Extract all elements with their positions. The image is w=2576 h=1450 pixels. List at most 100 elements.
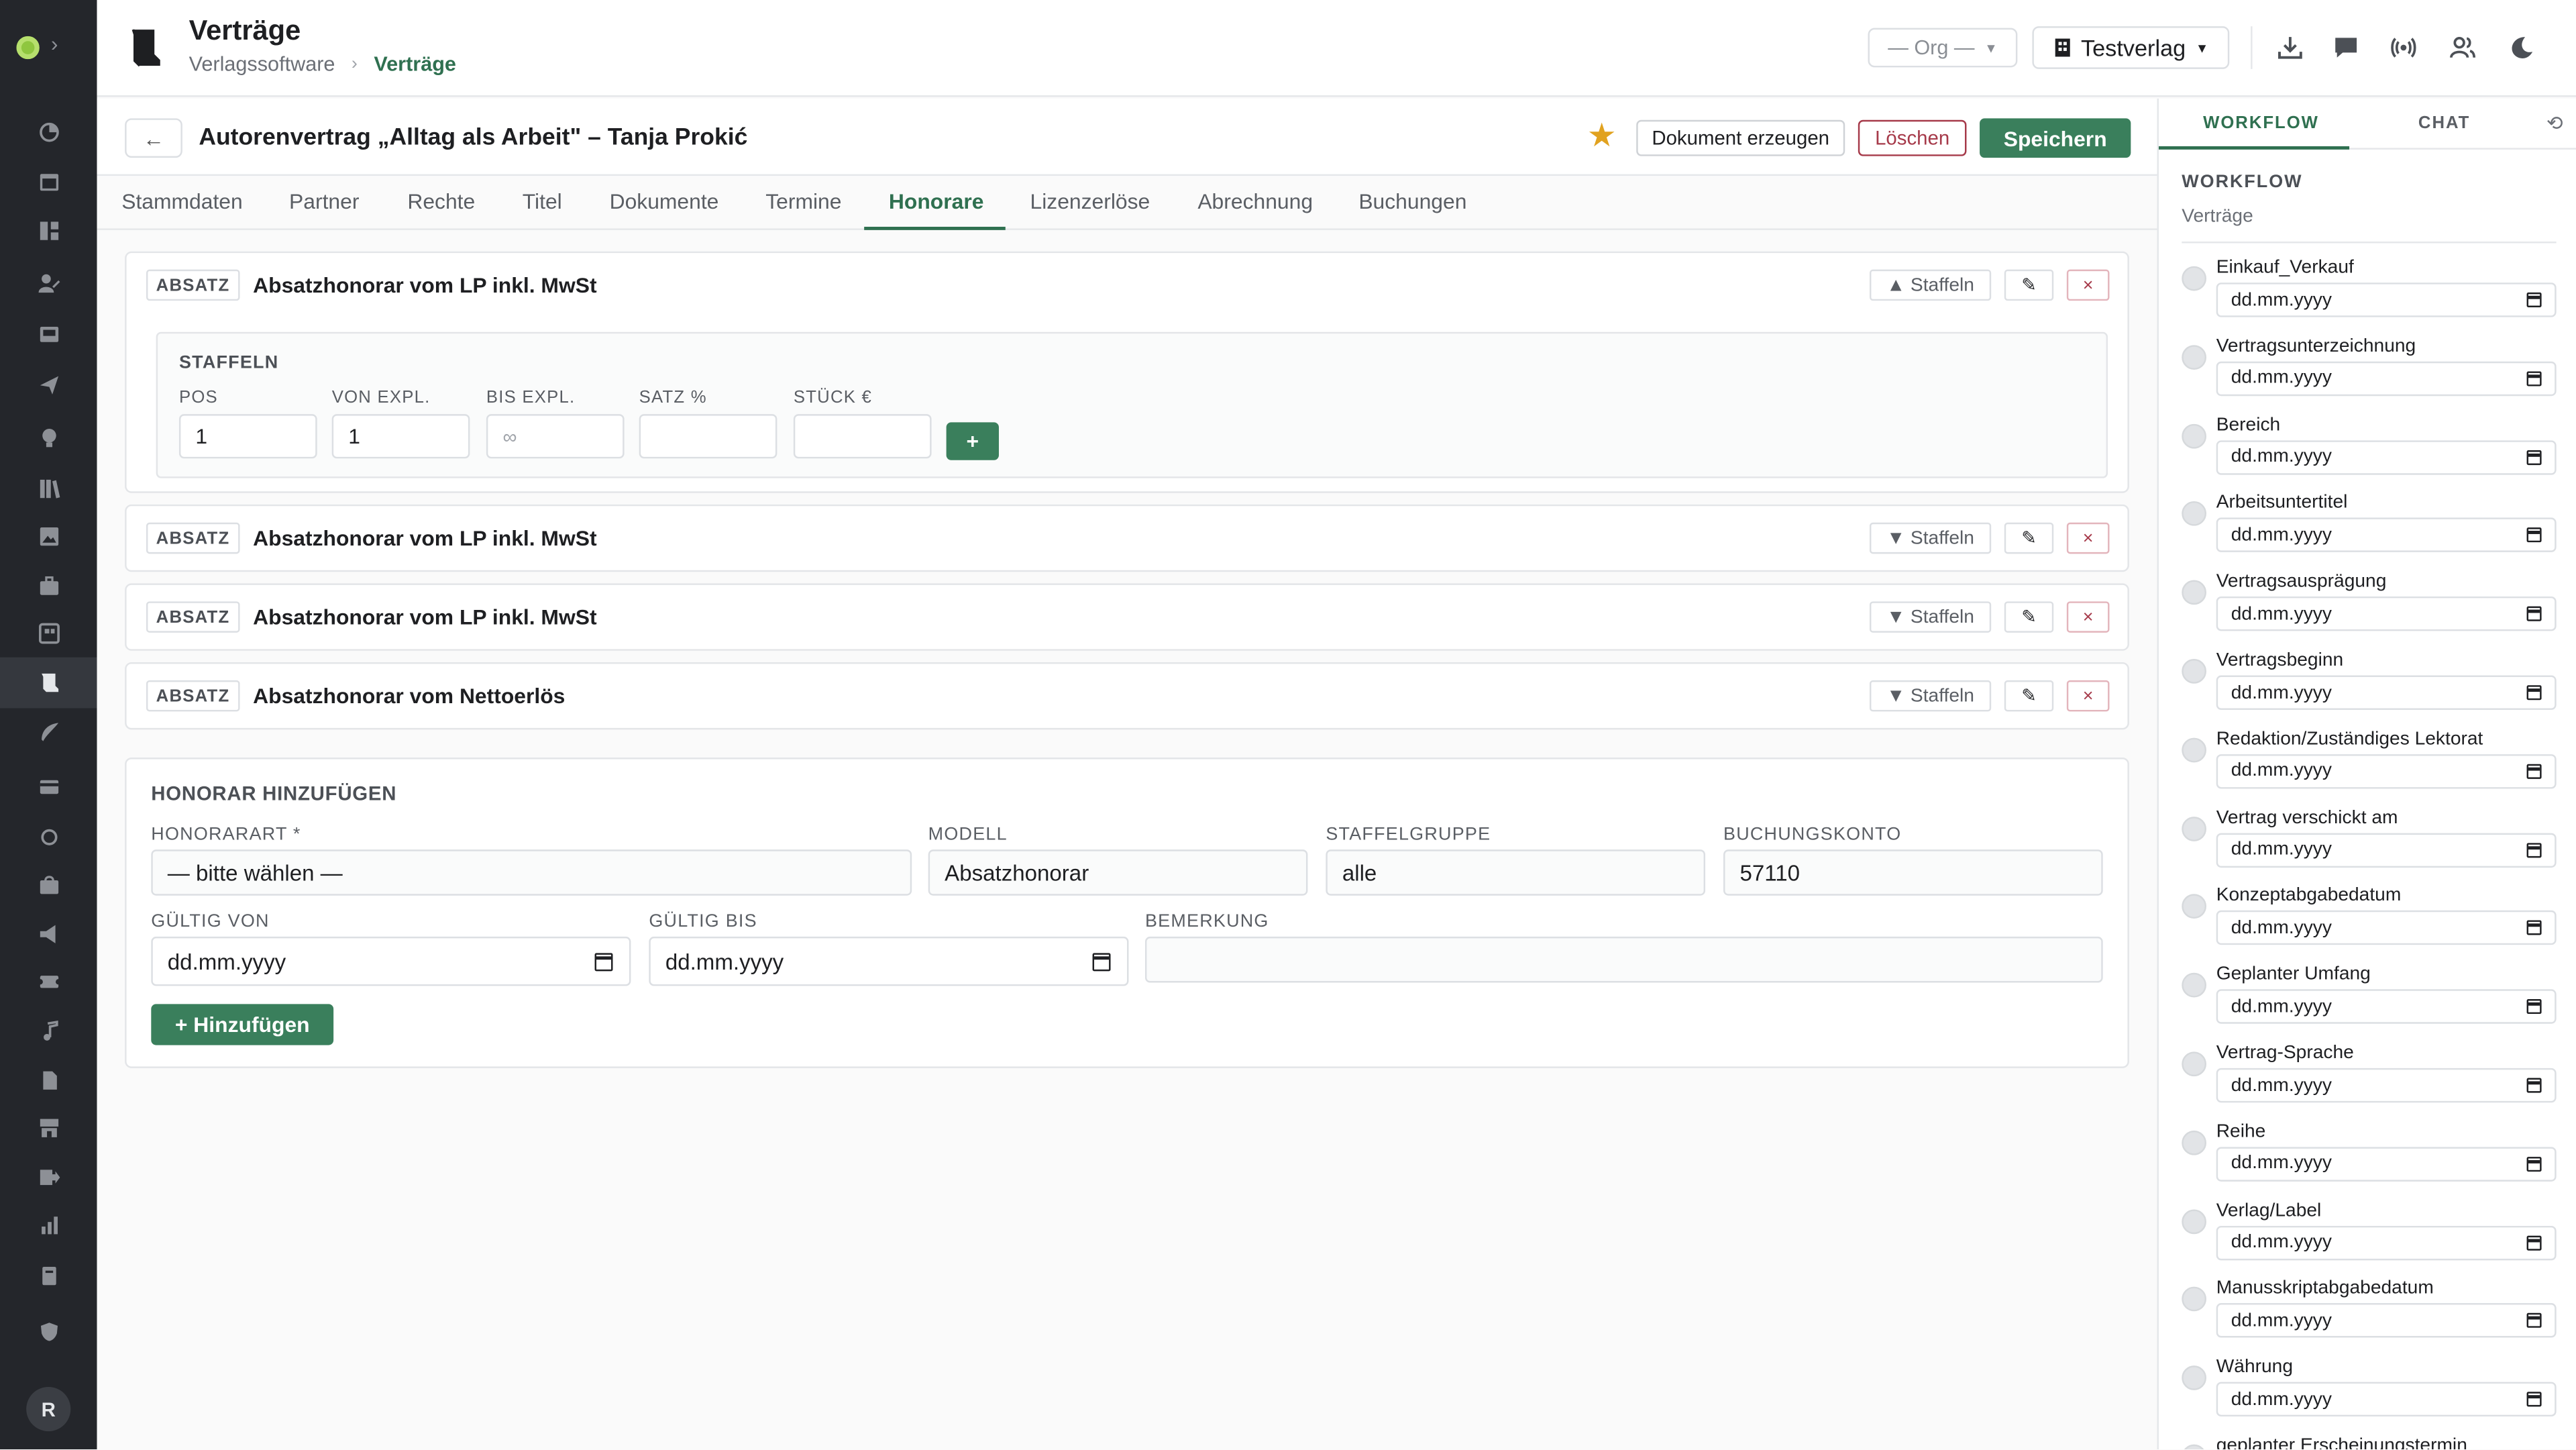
calendar-icon[interactable] bbox=[2526, 842, 2542, 858]
user-avatar[interactable]: R bbox=[26, 1386, 71, 1432]
megaphone-icon[interactable] bbox=[0, 909, 97, 960]
org-select[interactable]: — Org — ▼ bbox=[1868, 28, 2018, 68]
staffel-pos-input[interactable]: 1 bbox=[178, 414, 317, 459]
chart-icon[interactable] bbox=[0, 1200, 97, 1251]
calendar-icon[interactable] bbox=[2526, 528, 2542, 543]
calendar-icon[interactable] bbox=[2526, 292, 2542, 307]
music-icon[interactable] bbox=[0, 1006, 97, 1057]
breadcrumb-item[interactable]: Verlagssoftware bbox=[189, 52, 335, 75]
step-status-icon[interactable] bbox=[2182, 344, 2207, 370]
workflow-step-date-input[interactable]: dd.mm.yyyy bbox=[2216, 1382, 2557, 1417]
favorite-star-icon[interactable]: ★ bbox=[1587, 120, 1617, 153]
step-status-icon[interactable] bbox=[2182, 266, 2207, 291]
users-button[interactable] bbox=[2445, 30, 2481, 66]
shop-icon[interactable] bbox=[0, 1102, 97, 1153]
breadcrumb-current[interactable]: Verträge bbox=[374, 52, 456, 75]
dashboard-icon[interactable] bbox=[0, 107, 97, 158]
back-button[interactable]: ← bbox=[125, 118, 182, 158]
step-status-icon[interactable] bbox=[2182, 737, 2207, 762]
tab-abrechnung[interactable]: Abrechnung bbox=[1197, 189, 1313, 214]
step-status-icon[interactable] bbox=[2182, 1208, 2207, 1234]
toggle-staffeln-button[interactable]: ▲ Staffeln bbox=[1869, 269, 1992, 301]
step-status-icon[interactable] bbox=[2182, 423, 2207, 448]
tab-stammdaten[interactable]: Stammdaten bbox=[121, 189, 242, 214]
tab-buchungen[interactable]: Buchungen bbox=[1358, 189, 1466, 214]
workflow-step-date-input[interactable]: dd.mm.yyyy bbox=[2216, 989, 2557, 1025]
step-status-icon[interactable] bbox=[2182, 1444, 2207, 1450]
delete-honorar-button[interactable]: × bbox=[2066, 522, 2110, 554]
calendar-icon[interactable] bbox=[0, 156, 97, 207]
shield-icon[interactable] bbox=[0, 1306, 97, 1357]
send-icon[interactable] bbox=[0, 360, 97, 411]
step-status-icon[interactable] bbox=[2182, 501, 2207, 527]
workflow-step-date-input[interactable]: dd.mm.yyyy bbox=[2216, 911, 2557, 946]
staffel-stueck-input[interactable] bbox=[793, 414, 932, 459]
book-icon[interactable] bbox=[0, 1251, 97, 1302]
step-status-icon[interactable] bbox=[2182, 973, 2207, 998]
integrations-button[interactable] bbox=[2385, 30, 2422, 66]
edit-honorar-button[interactable]: ✎ bbox=[2004, 680, 2054, 712]
gueltig-von-input[interactable]: dd.mm.yyyy bbox=[151, 936, 631, 986]
create-document-button[interactable]: Dokument erzeugen bbox=[1636, 119, 1845, 156]
step-status-icon[interactable] bbox=[2182, 1365, 2207, 1391]
calendar-icon[interactable] bbox=[2526, 1156, 2542, 1172]
staffel-satz-input[interactable] bbox=[639, 414, 777, 459]
tab-honorare[interactable]: Honorare bbox=[889, 189, 984, 214]
edit-honorar-button[interactable]: ✎ bbox=[2004, 522, 2054, 554]
workflow-step-date-input[interactable]: dd.mm.yyyy bbox=[2216, 1225, 2557, 1260]
step-status-icon[interactable] bbox=[2182, 1130, 2207, 1155]
step-status-icon[interactable] bbox=[2182, 1051, 2207, 1077]
media-icon[interactable] bbox=[0, 608, 97, 659]
calendar-icon[interactable] bbox=[2526, 999, 2542, 1015]
delete-honorar-button[interactable]: × bbox=[2066, 269, 2110, 301]
calendar-icon[interactable] bbox=[2526, 370, 2542, 386]
calendar-icon[interactable] bbox=[2526, 764, 2542, 779]
toggle-staffeln-button[interactable]: ▼ Staffeln bbox=[1869, 680, 1992, 712]
briefcase-icon[interactable] bbox=[0, 560, 97, 611]
calendar-icon[interactable] bbox=[2526, 1235, 2542, 1250]
tab-chat[interactable]: CHAT bbox=[2418, 113, 2470, 133]
tab-partner[interactable]: Partner bbox=[289, 189, 359, 214]
lightbulb-icon[interactable] bbox=[0, 413, 97, 464]
tab-titel[interactable]: Titel bbox=[523, 189, 562, 214]
toggle-staffeln-button[interactable]: ▼ Staffeln bbox=[1869, 522, 1992, 554]
grid-icon[interactable] bbox=[0, 205, 97, 256]
verlag-select[interactable]: Testverlag ▼ bbox=[2032, 26, 2230, 69]
card-icon[interactable] bbox=[0, 761, 97, 812]
honorarart-select[interactable]: — bitte wählen — bbox=[151, 849, 912, 896]
ticket-icon[interactable] bbox=[0, 956, 97, 1007]
user-edit-icon[interactable] bbox=[0, 258, 97, 309]
staffelgruppe-field[interactable]: alle bbox=[1326, 849, 1706, 896]
delete-honorar-button[interactable]: × bbox=[2066, 680, 2110, 712]
workflow-step-date-input[interactable]: dd.mm.yyyy bbox=[2216, 597, 2557, 631]
workflow-step-date-input[interactable]: dd.mm.yyyy bbox=[2216, 361, 2557, 396]
add-staffel-button[interactable]: + bbox=[946, 422, 999, 460]
inbox-icon[interactable] bbox=[0, 309, 97, 360]
step-status-icon[interactable] bbox=[2182, 659, 2207, 684]
step-status-icon[interactable] bbox=[2182, 1287, 2207, 1312]
add-honorar-button[interactable]: + Hinzufügen bbox=[151, 1004, 334, 1045]
image-icon[interactable] bbox=[0, 511, 97, 562]
workflow-step-date-input[interactable]: dd.mm.yyyy bbox=[2216, 1146, 2557, 1182]
workflow-step-date-input[interactable]: dd.mm.yyyy bbox=[2216, 282, 2557, 317]
dark-mode-toggle[interactable] bbox=[2504, 30, 2540, 66]
staffel-von-input[interactable]: 1 bbox=[331, 414, 470, 459]
export-icon[interactable] bbox=[0, 1152, 97, 1203]
bag-icon[interactable] bbox=[0, 860, 97, 911]
staffel-bis-input[interactable]: ∞ bbox=[486, 414, 625, 459]
modell-field[interactable]: Absatzhonorar bbox=[928, 849, 1308, 896]
sidebar-expand-icon[interactable]: › bbox=[51, 32, 58, 56]
circle-icon[interactable] bbox=[0, 812, 97, 863]
step-status-icon[interactable] bbox=[2182, 580, 2207, 605]
calendar-icon[interactable] bbox=[2526, 685, 2542, 701]
bemerkung-input[interactable] bbox=[1144, 936, 2103, 983]
calendar-icon[interactable] bbox=[2526, 607, 2542, 622]
delete-button[interactable]: Löschen bbox=[1858, 119, 1967, 156]
toggle-staffeln-button[interactable]: ▼ Staffeln bbox=[1869, 601, 1992, 633]
workflow-step-date-input[interactable]: dd.mm.yyyy bbox=[2216, 832, 2557, 868]
refresh-icon[interactable]: ⟲ bbox=[2546, 112, 2563, 135]
tab-workflow[interactable]: WORKFLOW bbox=[2203, 113, 2319, 133]
download-button[interactable] bbox=[2272, 30, 2308, 66]
tab-dokumente[interactable]: Dokumente bbox=[610, 189, 719, 214]
step-status-icon[interactable] bbox=[2182, 816, 2207, 841]
